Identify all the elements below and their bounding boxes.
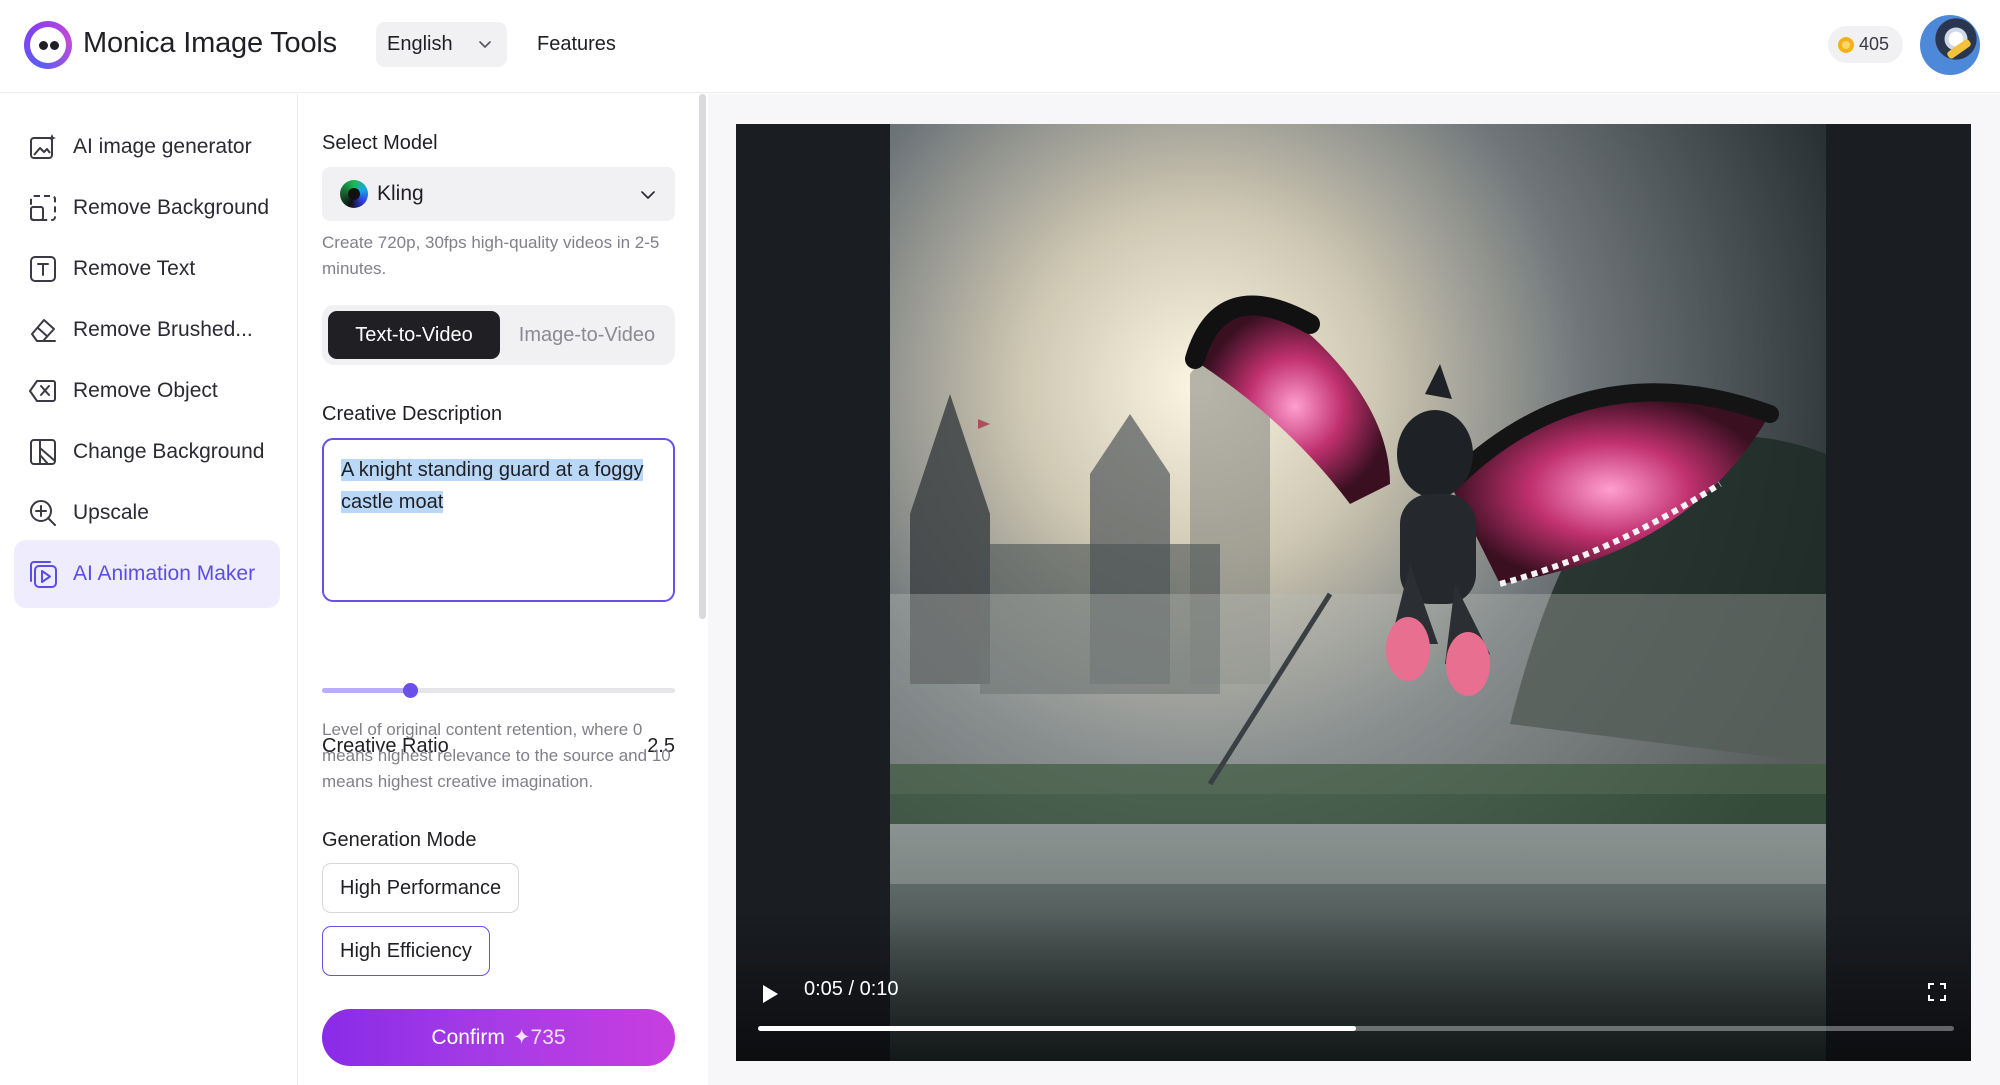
- sidebar-item-remove-brushed[interactable]: Remove Brushed...: [14, 296, 280, 364]
- creative-description-title: Creative Description: [322, 403, 503, 425]
- language-select[interactable]: English: [376, 22, 507, 67]
- upscale-icon: [27, 497, 59, 529]
- sidebar-item-label: AI Animation Maker: [73, 562, 256, 585]
- sidebar-item-label: Remove Brushed...: [73, 318, 253, 341]
- mode-high-efficiency-button[interactable]: High Efficiency: [322, 926, 490, 976]
- model-select[interactable]: Kling: [322, 167, 675, 221]
- sidebar-item-remove-text[interactable]: Remove Text: [14, 235, 280, 303]
- features-link[interactable]: Features: [537, 33, 616, 56]
- sidebar-item-ai-image-generator[interactable]: AI image generator: [14, 113, 280, 181]
- sidebar-item-label: AI image generator: [73, 135, 252, 158]
- video-time: 0:05 / 0:10: [804, 978, 899, 1000]
- sidebar-item-label: Upscale: [73, 501, 149, 524]
- brand-name: Monica: [83, 27, 176, 59]
- fullscreen-icon[interactable]: [1927, 982, 1947, 1002]
- credits-count: 405: [1859, 34, 1890, 54]
- video-controls-overlay: [736, 911, 1971, 1061]
- credits-badge[interactable]: 405: [1828, 26, 1903, 63]
- slider-fill: [322, 688, 411, 693]
- ai-image-icon: [27, 131, 59, 163]
- animation-icon: [27, 558, 59, 590]
- play-icon[interactable]: [763, 985, 778, 1003]
- video-player[interactable]: 0:05 / 0:10: [736, 124, 1971, 1061]
- video-progress-bar[interactable]: [758, 1026, 1954, 1031]
- chevron-down-icon: [641, 191, 655, 199]
- confirm-label: Confirm: [431, 1025, 505, 1049]
- model-name: Kling: [377, 182, 424, 205]
- sidebar-item-ai-animation-maker[interactable]: AI Animation Maker: [14, 540, 280, 608]
- monica-logo-icon[interactable]: [24, 21, 72, 69]
- settings-panel: Select Model Kling Create 720p, 30fps hi…: [299, 94, 707, 1085]
- confirm-cost: ✦735: [512, 1026, 566, 1049]
- creative-ratio-slider[interactable]: [322, 683, 675, 698]
- avatar[interactable]: [1920, 15, 1980, 75]
- top-bar: Monica Image Tools English Features 405: [0, 0, 2000, 93]
- sidebar-item-label: Change Background: [73, 440, 265, 463]
- sidebar: AI image generator Remove Background Rem…: [0, 94, 298, 1085]
- kling-icon: [340, 180, 368, 208]
- sidebar-item-change-background[interactable]: Change Background: [14, 418, 280, 486]
- brand-title[interactable]: Monica Image Tools: [83, 27, 337, 60]
- confirm-button[interactable]: Confirm ✦735: [322, 1009, 675, 1066]
- video-progress-fill: [758, 1026, 1356, 1031]
- sidebar-item-remove-background[interactable]: Remove Background: [14, 174, 280, 242]
- creative-description-text: A knight standing guard at a foggy castl…: [341, 459, 644, 513]
- eraser-icon: [27, 314, 59, 346]
- coin-icon: [1838, 36, 1854, 53]
- tab-image-to-video[interactable]: Image-to-Video: [502, 311, 672, 359]
- sidebar-item-remove-object[interactable]: Remove Object: [14, 357, 280, 425]
- generation-mode-title: Generation Mode: [322, 829, 477, 851]
- sidebar-item-label: Remove Text: [73, 257, 196, 280]
- sidebar-item-upscale[interactable]: Upscale: [14, 479, 280, 547]
- tab-text-to-video[interactable]: Text-to-Video: [328, 311, 500, 359]
- slider-thumb[interactable]: [403, 683, 419, 698]
- sidebar-item-label: Remove Object: [73, 379, 218, 402]
- remove-background-icon: [27, 192, 59, 224]
- panel-scrollbar[interactable]: [699, 94, 706, 619]
- preview-area: 0:05 / 0:10: [708, 94, 2000, 1085]
- language-label: English: [387, 33, 453, 55]
- remove-object-icon: [27, 375, 59, 407]
- brand-product: Image Tools: [183, 27, 337, 59]
- select-model-title: Select Model: [322, 132, 438, 154]
- mode-tabs: Text-to-Video Image-to-Video: [322, 305, 675, 365]
- sidebar-item-label: Remove Background: [73, 196, 270, 219]
- text-icon: [27, 253, 59, 285]
- mode-high-performance-button[interactable]: High Performance: [322, 863, 520, 913]
- confirm-cost-value: 735: [530, 1026, 566, 1049]
- chevron-down-icon: [479, 41, 491, 48]
- change-background-icon: [27, 436, 59, 468]
- creative-ratio-hint: Level of original content retention, whe…: [322, 720, 671, 791]
- model-hint: Create 720p, 30fps high-quality videos i…: [322, 233, 660, 278]
- creative-description-input[interactable]: A knight standing guard at a foggy castl…: [322, 438, 675, 602]
